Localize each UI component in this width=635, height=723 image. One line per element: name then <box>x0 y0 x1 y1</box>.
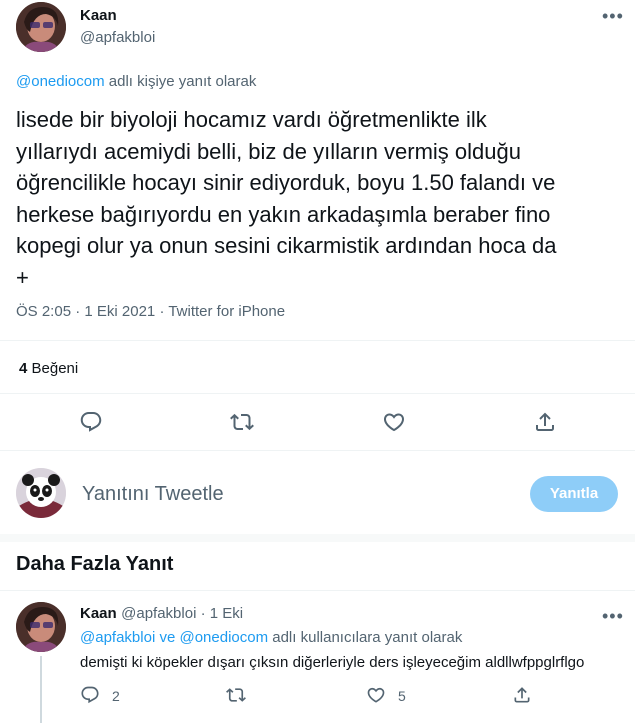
retweet-icon[interactable] <box>226 685 246 705</box>
reply-button[interactable]: Yanıtla <box>530 476 618 512</box>
my-avatar[interactable] <box>16 468 66 518</box>
replying-to-suffix: adlı kişiye yanıt olarak <box>104 73 257 90</box>
reply-author-handle[interactable]: @apfakbloi <box>121 605 196 622</box>
thread-line <box>40 656 42 723</box>
replying-to: @onediocom adlı kişiye yanıt olarak <box>16 73 256 90</box>
reply-text: demişti ki köpekler dışarı çıksın diğerl… <box>80 654 585 671</box>
reply-icon[interactable] <box>79 410 103 434</box>
meta-separator: · <box>71 303 85 320</box>
tweet-meta: ÖS 2:05 · 1 Eki 2021 · Twitter for iPhon… <box>16 303 285 320</box>
reply-separator: · <box>196 605 210 622</box>
divider <box>0 340 635 341</box>
meta-separator: · <box>155 303 169 320</box>
section-divider <box>0 534 635 542</box>
reply-author-name[interactable]: Kaan <box>80 605 117 622</box>
divider <box>0 590 635 591</box>
divider <box>0 450 635 451</box>
reply-header: Kaan @apfakbloi · 1 Eki <box>80 605 243 623</box>
reply-icon[interactable] <box>80 685 100 705</box>
share-icon[interactable] <box>512 685 532 705</box>
author-handle[interactable]: @apfakbloi <box>80 29 155 46</box>
reply-date[interactable]: 1 Eki <box>210 605 243 622</box>
replying-to-link[interactable]: @onediocom <box>16 73 105 90</box>
more-dots-icon[interactable]: ••• <box>602 607 624 625</box>
reply-author-avatar[interactable] <box>16 602 66 652</box>
more-replies-title: Daha Fazla Yanıt <box>16 553 174 575</box>
like-icon[interactable] <box>366 685 386 705</box>
tweet-text: lisede bir biyoloji hocamız vardı öğretm… <box>16 107 557 290</box>
author-name[interactable]: Kaan <box>80 7 117 24</box>
more-dots-icon[interactable]: ••• <box>602 7 624 25</box>
reply-replying-to: @apfakbloi ve @onediocom adlı kullanıcıl… <box>80 629 462 646</box>
like-count: 5 <box>398 688 406 704</box>
tweet-time[interactable]: ÖS 2:05 <box>16 303 71 320</box>
tweet-source[interactable]: Twitter for iPhone <box>168 303 285 320</box>
retweet-icon[interactable] <box>230 410 254 434</box>
tweet-date[interactable]: 1 Eki 2021 <box>84 303 155 320</box>
reply-count: 2 <box>112 688 120 704</box>
like-stats[interactable]: 4 Beğeni <box>19 360 78 377</box>
divider <box>0 393 635 394</box>
replying-to-link[interactable]: @onediocom <box>179 629 268 646</box>
like-label: Beğeni <box>27 360 79 377</box>
share-icon[interactable] <box>533 410 557 434</box>
replying-to-suffix: adlı kullanıcılara yanıt olarak <box>268 629 463 646</box>
like-icon[interactable] <box>382 410 406 434</box>
replying-to-and: ve <box>155 629 180 646</box>
author-avatar[interactable] <box>16 2 66 52</box>
reply-input[interactable]: Yanıtını Tweetle <box>82 483 482 506</box>
replying-to-link[interactable]: @apfakbloi <box>80 629 155 646</box>
